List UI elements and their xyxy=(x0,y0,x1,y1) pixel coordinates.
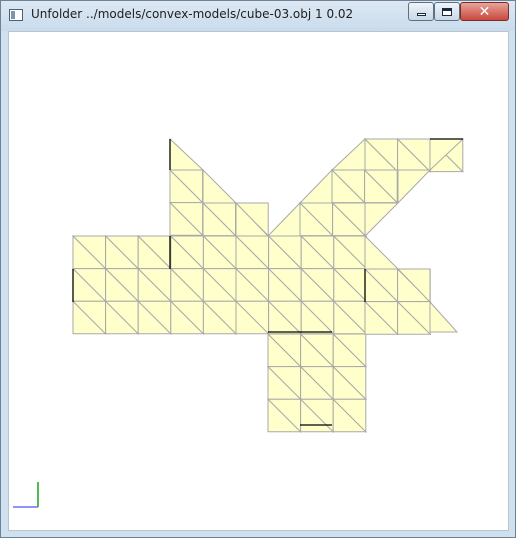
minimize-icon xyxy=(416,13,426,16)
unfolded-mesh xyxy=(13,137,465,508)
axis-gizmo xyxy=(13,482,39,508)
mesh-triangle xyxy=(364,234,400,270)
mesh-triangle xyxy=(298,168,333,204)
mesh-triangle xyxy=(397,169,432,205)
maximize-button[interactable] xyxy=(434,2,460,21)
mesh-triangle xyxy=(364,202,400,238)
mesh-triangle xyxy=(266,201,301,237)
mesh-triangle xyxy=(202,168,238,204)
app-window: Unfolder ../models/convex-models/cube-03… xyxy=(0,0,516,538)
mesh-triangle xyxy=(169,137,205,171)
minimize-button[interactable] xyxy=(408,2,434,21)
close-button[interactable]: ✕ xyxy=(460,2,509,21)
window-title: Unfolder ../models/convex-models/cube-03… xyxy=(31,7,354,21)
mesh-triangle xyxy=(429,300,459,333)
mesh-faces xyxy=(71,137,465,434)
title-bar[interactable]: Unfolder ../models/convex-models/cube-03… xyxy=(1,1,515,31)
mesh-triangle xyxy=(330,137,366,171)
app-window-icon[interactable] xyxy=(9,9,23,21)
maximize-icon xyxy=(442,7,452,16)
unfold-viewport[interactable] xyxy=(8,31,509,531)
close-icon: ✕ xyxy=(478,3,491,20)
